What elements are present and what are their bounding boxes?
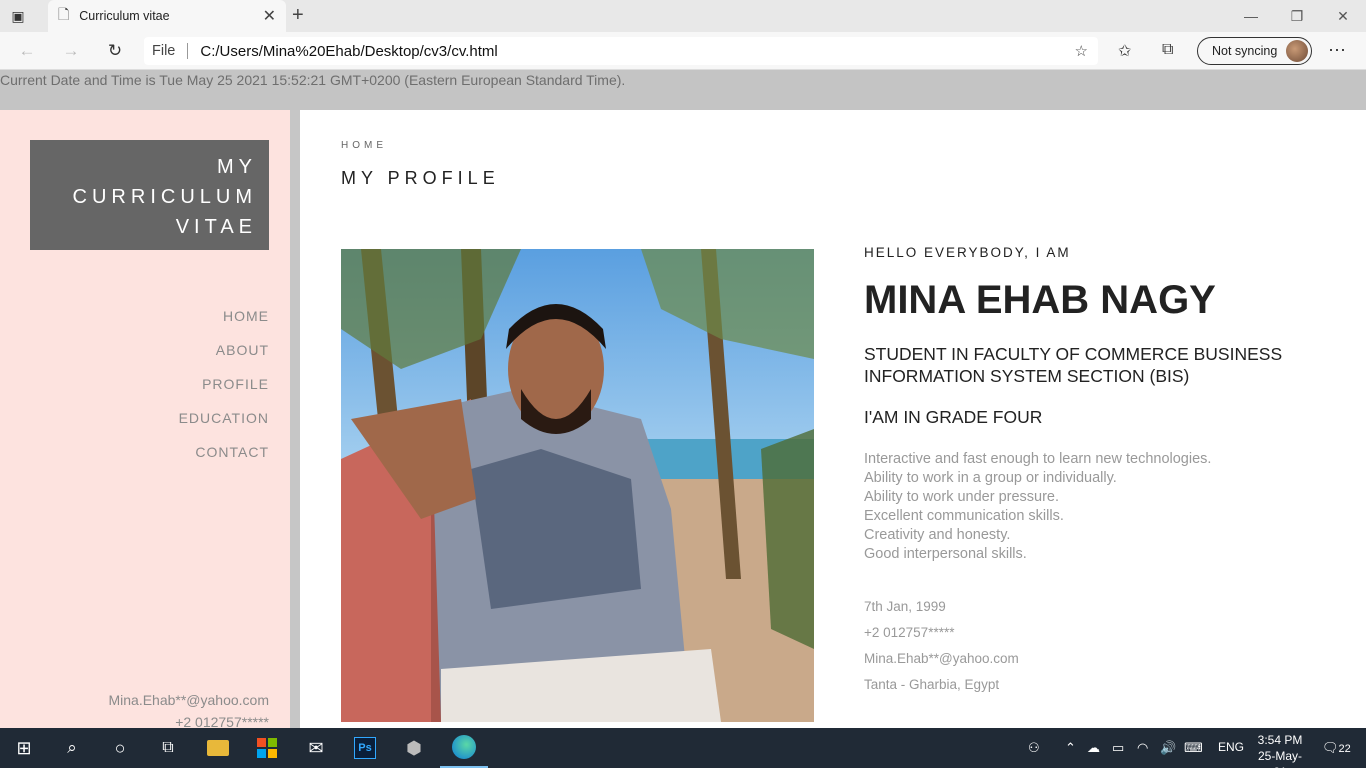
- show-hidden-icon[interactable]: ⌃: [1065, 740, 1076, 756]
- sync-button[interactable]: Not syncing: [1197, 37, 1312, 65]
- url-separator: [187, 43, 189, 59]
- location: Tanta - Gharbia, Egypt: [864, 677, 1000, 692]
- subtitle-line: STUDENT IN FACULTY OF COMMERCE BUSINESS: [864, 344, 1283, 364]
- page-title: MY PROFILE: [341, 168, 500, 188]
- file-explorer-icon[interactable]: [194, 728, 242, 768]
- forward-button[interactable]: →: [60, 40, 82, 62]
- mail-icon[interactable]: ✉: [292, 728, 340, 768]
- cloud-icon[interactable]: ☁: [1087, 740, 1100, 756]
- refresh-button[interactable]: ↻: [104, 40, 126, 62]
- email-address: Mina.Ehab**@yahoo.com: [864, 651, 1019, 666]
- skill-item: Excellent communication skills.: [864, 508, 1064, 524]
- nav-education[interactable]: EDUCATION: [179, 410, 269, 444]
- skill-item: Ability to work in a group or individual…: [864, 470, 1117, 486]
- add-favorite-icon[interactable]: ☆: [1075, 42, 1088, 60]
- task-view-icon[interactable]: ⧉: [144, 728, 192, 768]
- skill-item: Good interpersonal skills.: [864, 546, 1027, 562]
- sidebar-email: Mina.Ehab**@yahoo.com: [108, 692, 269, 708]
- datetime-text: Current Date and Time is Tue May 25 2021…: [0, 72, 626, 88]
- logo-line: CURRICULUM: [72, 186, 257, 208]
- grade: I'AM IN GRADE FOUR: [864, 407, 1043, 427]
- clock-time: 3:54 PM: [1257, 733, 1303, 747]
- profile-photo-image: [341, 249, 814, 722]
- wifi-icon[interactable]: ◠: [1137, 740, 1148, 756]
- nav-contact[interactable]: CONTACT: [179, 444, 269, 478]
- clock-date: 25-May-21: [1257, 749, 1302, 779]
- skill-item: Interactive and fast enough to learn new…: [864, 451, 1212, 467]
- tab-title: Curriculum vitae: [79, 9, 170, 23]
- skills-list: Interactive and fast enough to learn new…: [864, 450, 1304, 564]
- new-tab-button[interactable]: +: [292, 4, 304, 27]
- photoshop-icon[interactable]: Ps: [341, 728, 389, 768]
- site-logo[interactable]: MY CURRICULUM VITAE: [30, 140, 269, 250]
- tab-actions-icon[interactable]: ▣: [8, 6, 28, 26]
- birth-date: 7th Jan, 1999: [864, 599, 946, 614]
- people-icon[interactable]: ⚇: [1028, 740, 1040, 756]
- close-tab-icon[interactable]: ✕: [263, 6, 276, 26]
- profile-avatar: [1286, 40, 1308, 62]
- favorites-icon[interactable]: ✩: [1118, 41, 1131, 61]
- nav-home[interactable]: HOME: [179, 308, 269, 342]
- url-text[interactable]: C:/Users/Mina%20Ehab/Desktop/cv3/cv.html: [200, 43, 497, 60]
- notification-count: 22: [1338, 743, 1351, 755]
- sidebar: MY CURRICULUM VITAE HOME ABOUT PROFILE E…: [0, 110, 300, 730]
- start-button[interactable]: ⊞: [0, 728, 48, 768]
- store-icon[interactable]: [243, 728, 291, 768]
- browser-tab[interactable]: 🗋 Curriculum vitae ✕: [48, 0, 286, 32]
- url-scheme: File: [152, 43, 176, 59]
- more-options-icon[interactable]: ⋯: [1328, 40, 1346, 61]
- sidebar-contact: Mina.Ehab**@yahoo.com +2 012757*****: [108, 689, 269, 733]
- subtitle-line: INFORMATION SYSTEM SECTION (BIS): [864, 366, 1190, 386]
- restore-button[interactable]: ❐: [1274, 0, 1320, 32]
- main-content: HOME MY PROFILE HELLO EVERYBODY, I AM MI…: [310, 110, 1366, 728]
- notifications-icon[interactable]: 🗨22: [1322, 740, 1351, 756]
- sync-label: Not syncing: [1212, 44, 1278, 58]
- greeting: HELLO EVERYBODY, I AM: [864, 245, 1071, 260]
- address-toolbar: ← → ↻ ⓘ File C:/Users/Mina%20Ehab/Deskto…: [0, 32, 1366, 190]
- skill-item: Creativity and honesty.: [864, 527, 1011, 543]
- page-icon: 🗋: [58, 6, 70, 22]
- volume-icon[interactable]: 🔊: [1160, 740, 1176, 756]
- phone-number: +2 012757*****: [864, 625, 955, 640]
- nav-about[interactable]: ABOUT: [179, 342, 269, 376]
- cortana-icon[interactable]: ○: [96, 728, 144, 768]
- full-name: MINA EHAB NAGY: [864, 278, 1216, 322]
- close-window-button[interactable]: ✕: [1320, 0, 1366, 32]
- breadcrumb[interactable]: HOME: [341, 140, 387, 151]
- collections-icon[interactable]: ⧉: [1162, 41, 1173, 59]
- app-icon[interactable]: ⬢: [390, 728, 438, 768]
- url-bar[interactable]: ⓘ File C:/Users/Mina%20Ehab/Desktop/cv3/…: [144, 37, 1098, 190]
- keyboard-icon[interactable]: ⌨: [1184, 740, 1203, 756]
- language-indicator[interactable]: ENG: [1218, 740, 1244, 754]
- search-icon[interactable]: ⌕: [48, 728, 96, 768]
- battery-icon[interactable]: ▭: [1112, 740, 1124, 756]
- datetime-bar: Current Date and Time is Tue May 25 2021…: [0, 70, 1366, 110]
- logo-line: VITAE: [175, 216, 257, 238]
- skill-item: Ability to work under pressure.: [864, 489, 1060, 505]
- personal-details: 7th Jan, 1999 +2 012757***** Mina.Ehab**…: [864, 594, 1304, 698]
- taskbar: ⊞ ⌕ ○ ⧉ ✉ Ps ⬢ ⚇ ⌃ ☁ ▭ ◠ 🔊 ⌨ ENG 3:54 PM…: [0, 728, 1366, 779]
- sidebar-nav: HOME ABOUT PROFILE EDUCATION CONTACT: [179, 308, 269, 478]
- nav-profile[interactable]: PROFILE: [179, 376, 269, 410]
- tab-strip: ▣ 🗋 Curriculum vitae ✕ + — ❐ ✕: [0, 0, 1366, 32]
- edge-icon[interactable]: [440, 728, 488, 768]
- subtitle: STUDENT IN FACULTY OF COMMERCE BUSINESS …: [864, 343, 1304, 387]
- profile-info: HELLO EVERYBODY, I AM MINA EHAB NAGY STU…: [864, 245, 1304, 698]
- back-button[interactable]: ←: [16, 40, 38, 62]
- clock[interactable]: 3:54 PM 25-May-21: [1252, 732, 1308, 780]
- profile-photo: [341, 249, 814, 722]
- logo-line: MY: [217, 156, 257, 178]
- minimize-button[interactable]: —: [1228, 0, 1274, 32]
